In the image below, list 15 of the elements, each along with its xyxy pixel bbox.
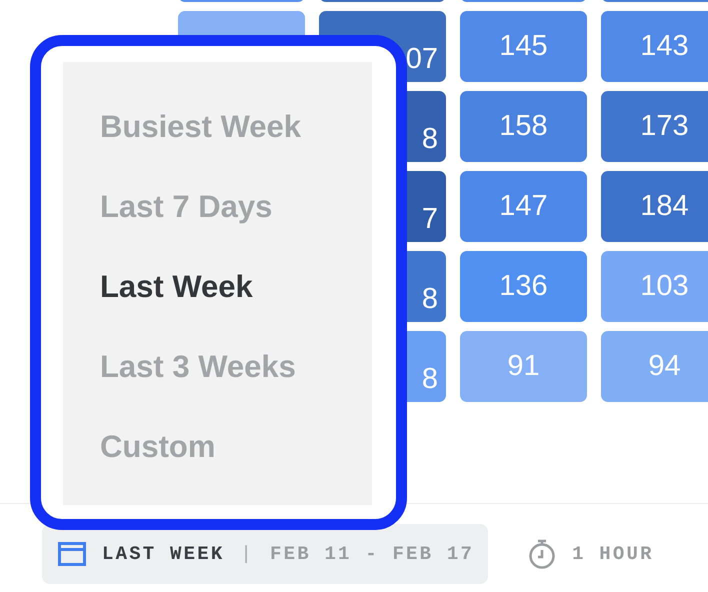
heatmap-cell: 103 xyxy=(601,251,708,322)
heatmap-cell: 136 xyxy=(460,251,587,322)
menu-item[interactable]: Custom xyxy=(100,407,372,487)
heatmap-cell: 94 xyxy=(601,331,708,402)
calendar-icon xyxy=(58,542,86,566)
heatmap-cell: 184 xyxy=(601,171,708,242)
interval-label[interactable]: 1 HOUR xyxy=(572,543,654,565)
heatmap-cell: 147 xyxy=(460,171,587,242)
date-range-button[interactable]: LAST WEEK | FEB 11 - FEB 17 xyxy=(42,524,488,584)
heatmap-cell: 145 xyxy=(460,11,587,82)
heatmap-cell: 173 xyxy=(601,91,708,162)
heatmap-cell: 158 xyxy=(460,91,587,162)
heatmap-cell: 143 xyxy=(601,11,708,82)
stopwatch-icon xyxy=(528,539,556,569)
heatmap-cell: 91 xyxy=(460,331,587,402)
